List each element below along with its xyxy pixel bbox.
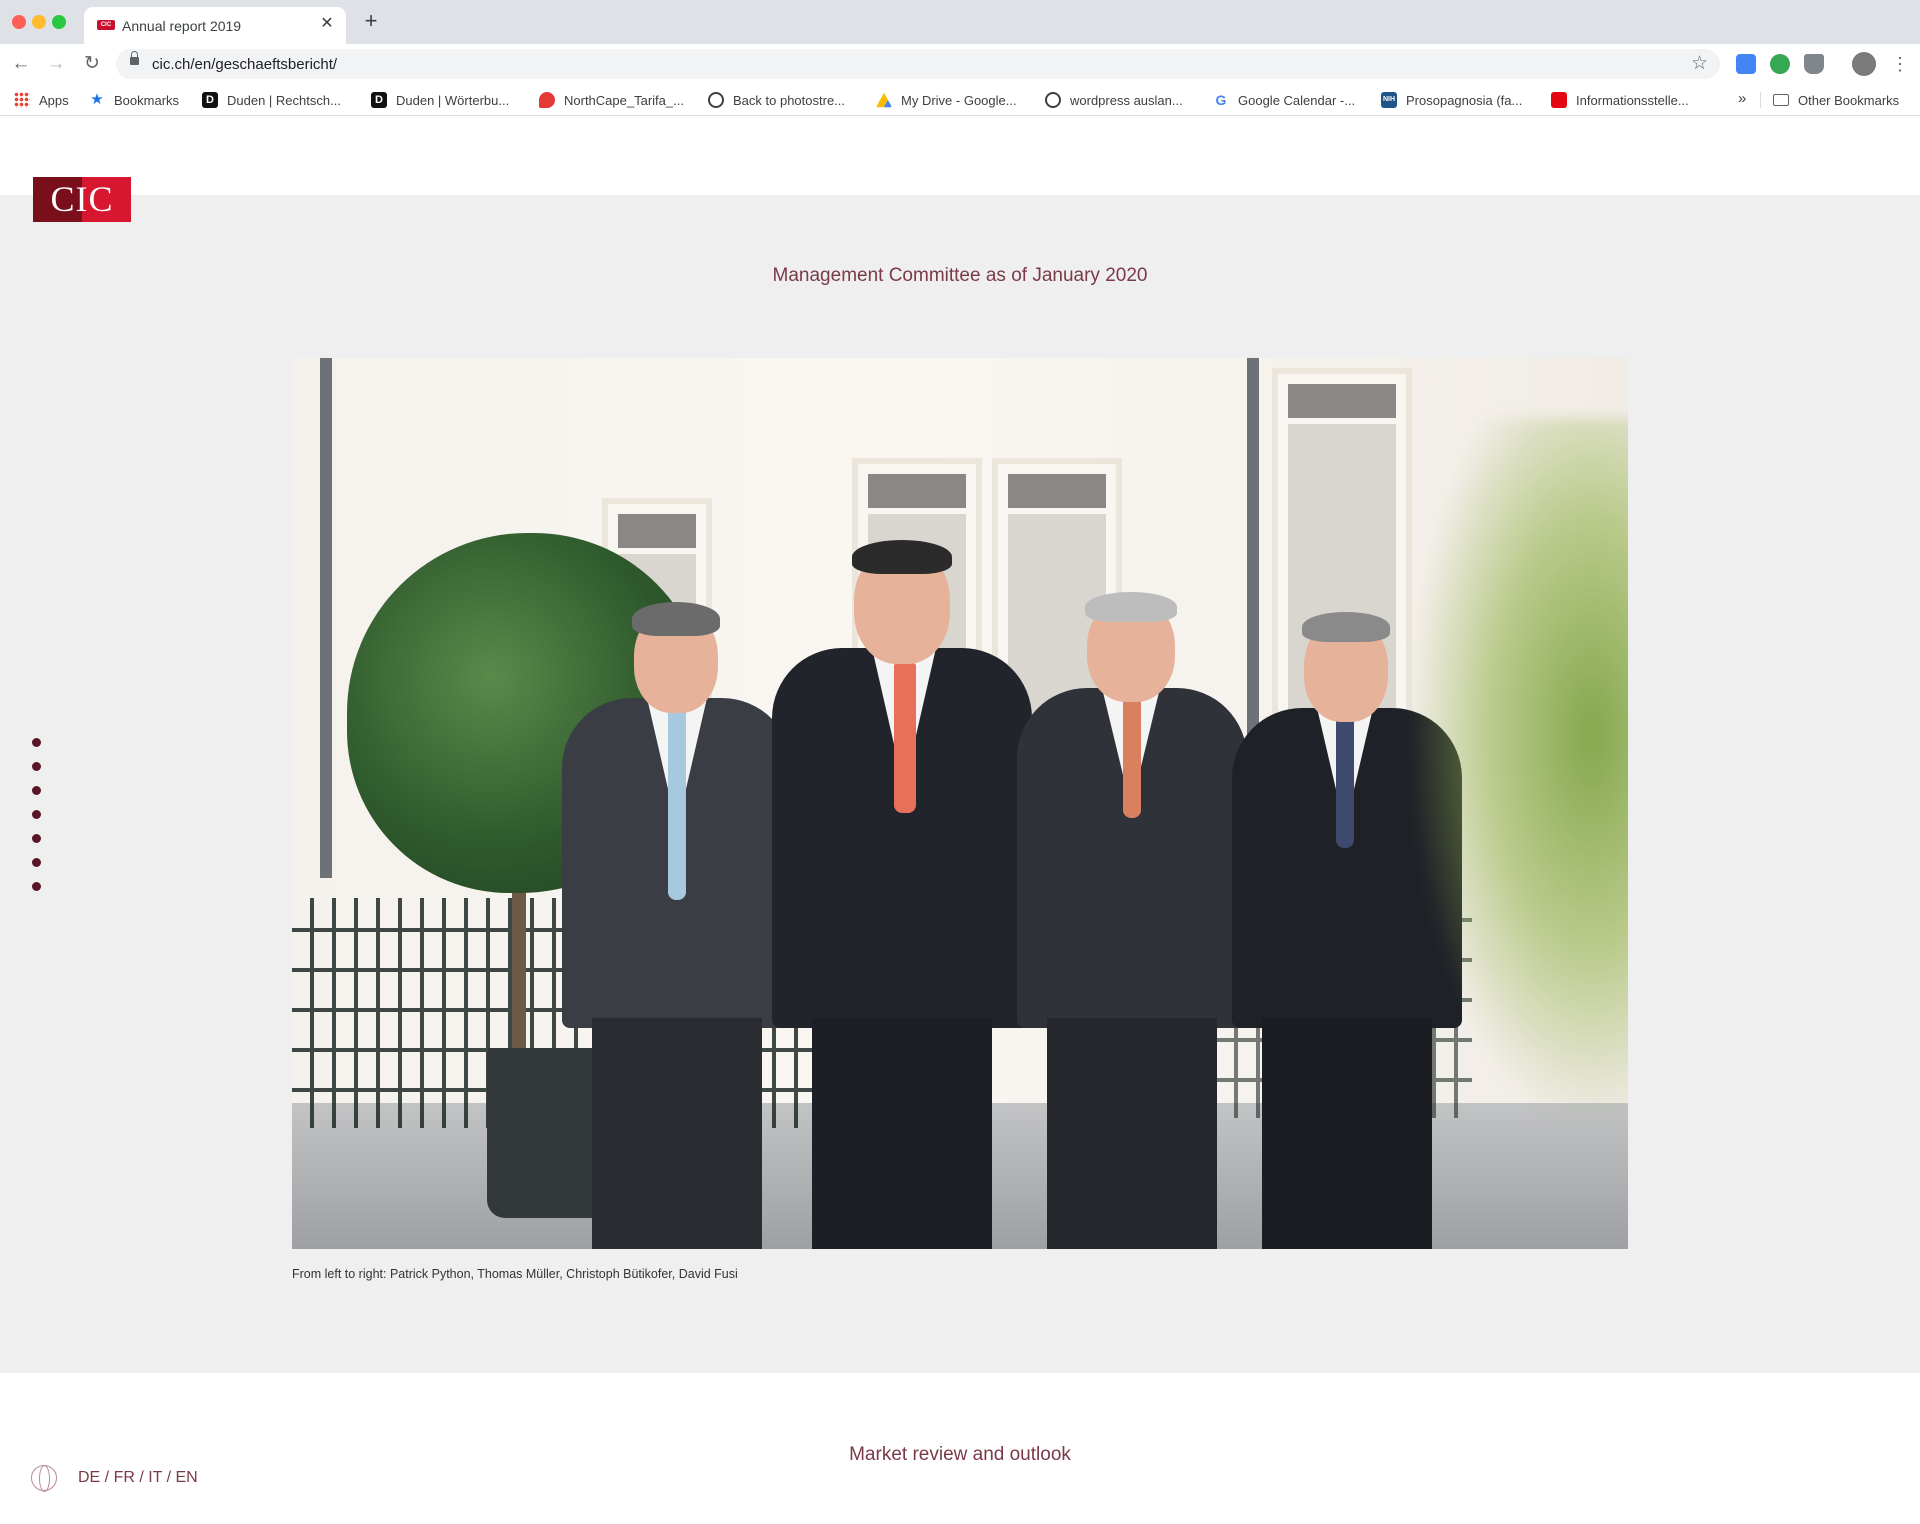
photo-drainpipe <box>320 358 332 878</box>
profile-avatar[interactable] <box>1852 52 1876 76</box>
bookmark-star-icon[interactable]: ☆ <box>1691 52 1708 75</box>
bookmarks-divider <box>1760 92 1761 108</box>
management-committee-photo <box>292 358 1628 1249</box>
bookmark-duden-woerterbuch[interactable]: D Duden | Wörterbu... <box>371 91 509 109</box>
bookmark-duden-rechtschreibung[interactable]: D Duden | Rechtsch... <box>202 91 341 109</box>
side-nav-dot-3[interactable] <box>32 786 41 795</box>
globe-icon <box>31 1465 57 1492</box>
side-nav-dot-7[interactable] <box>32 882 41 891</box>
window-maximize-button[interactable] <box>52 15 66 29</box>
side-nav-dot-4[interactable] <box>32 810 41 819</box>
photo-foreground-leaves <box>1412 418 1628 1118</box>
page-header <box>0 117 1920 195</box>
browser-tab-active[interactable]: CIC Annual report 2019 ✕ <box>84 7 346 44</box>
next-section-link[interactable]: Market review and outlook <box>0 1444 1920 1466</box>
star-icon: ★ <box>90 91 104 108</box>
language-switcher[interactable]: DE / FR / IT / EN <box>78 1469 198 1487</box>
back-button[interactable]: ← <box>9 52 33 76</box>
web-page: CIC Management Committee as of January 2… <box>0 117 1920 1524</box>
photo-caption: From left to right: Patrick Python, Thom… <box>292 1267 738 1281</box>
bookmark-apps[interactable]: Apps <box>14 91 69 109</box>
tab-close-icon[interactable]: ✕ <box>318 15 336 33</box>
side-nav-dot-5[interactable] <box>32 834 41 843</box>
bookmark-google-calendar[interactable]: G Google Calendar -... <box>1213 91 1356 109</box>
bookmark-bookmarks[interactable]: ★ Bookmarks <box>89 91 179 109</box>
photo-person-2 <box>772 538 1032 1249</box>
photo-person-3 <box>1017 588 1247 1249</box>
bookmark-photostream[interactable]: Back to photostre... <box>708 91 845 109</box>
browser-menu-icon[interactable]: ⋮ <box>1890 52 1910 76</box>
nih-icon: NIH <box>1381 92 1397 108</box>
other-bookmarks[interactable]: Other Bookmarks <box>1773 91 1899 109</box>
bookmark-prosopagnosia[interactable]: NIH Prosopagnosia (fa... <box>1381 91 1522 109</box>
globe-icon <box>1045 92 1061 108</box>
tab-title: Annual report 2019 <box>122 18 242 34</box>
section-title: Management Committee as of January 2020 <box>772 265 1148 286</box>
logo-text: CIC <box>50 179 114 219</box>
google-drive-icon <box>876 92 892 108</box>
bookmarks-overflow-button[interactable]: » <box>1738 90 1746 107</box>
apps-icon <box>14 92 30 108</box>
forward-button[interactable]: → <box>44 52 68 76</box>
duden-icon: D <box>202 92 218 108</box>
bookmark-google-drive[interactable]: My Drive - Google... <box>876 91 1017 109</box>
map-pin-icon <box>539 92 555 108</box>
side-nav-dot-1[interactable] <box>32 738 41 747</box>
bookmark-informationsstelle[interactable]: Informationsstelle... <box>1551 91 1689 109</box>
window-close-button[interactable] <box>12 15 26 29</box>
new-tab-button[interactable]: + <box>360 10 382 32</box>
globe-icon <box>708 92 724 108</box>
bookmark-wordpress[interactable]: wordpress auslan... <box>1045 91 1183 109</box>
extension-chat-icon[interactable] <box>1736 54 1756 74</box>
photo-person-1 <box>562 598 792 1249</box>
extension-shield-icon[interactable] <box>1804 54 1824 74</box>
side-nav-dot-2[interactable] <box>32 762 41 771</box>
browser-tab-bar: CIC Annual report 2019 ✕ + <box>0 0 1920 44</box>
window-minimize-button[interactable] <box>32 15 46 29</box>
extension-tripadvisor-icon[interactable] <box>1770 54 1790 74</box>
duden-icon: D <box>371 92 387 108</box>
swiss-icon <box>1551 92 1567 108</box>
reload-button[interactable]: ↻ <box>80 52 104 76</box>
bookmark-northcape[interactable]: NorthCape_Tarifa_... <box>539 91 684 109</box>
folder-icon <box>1773 94 1789 106</box>
section-side-navigation <box>32 738 42 906</box>
cic-favicon-icon: CIC <box>97 20 115 30</box>
google-icon: G <box>1215 92 1227 108</box>
url-text[interactable]: cic.ch/en/geschaeftsbericht/ <box>152 56 337 73</box>
browser-toolbar: ← → ↻ cic.ch/en/geschaeftsbericht/ ☆ ⋮ <box>0 44 1920 84</box>
cic-logo[interactable]: CIC <box>33 177 131 222</box>
bookmarks-bar: Apps ★ Bookmarks D Duden | Rechtsch... D Du… <box>0 84 1920 116</box>
address-bar[interactable]: cic.ch/en/geschaeftsbericht/ ☆ <box>116 49 1720 79</box>
side-nav-dot-6[interactable] <box>32 858 41 867</box>
lock-icon[interactable] <box>130 51 139 65</box>
